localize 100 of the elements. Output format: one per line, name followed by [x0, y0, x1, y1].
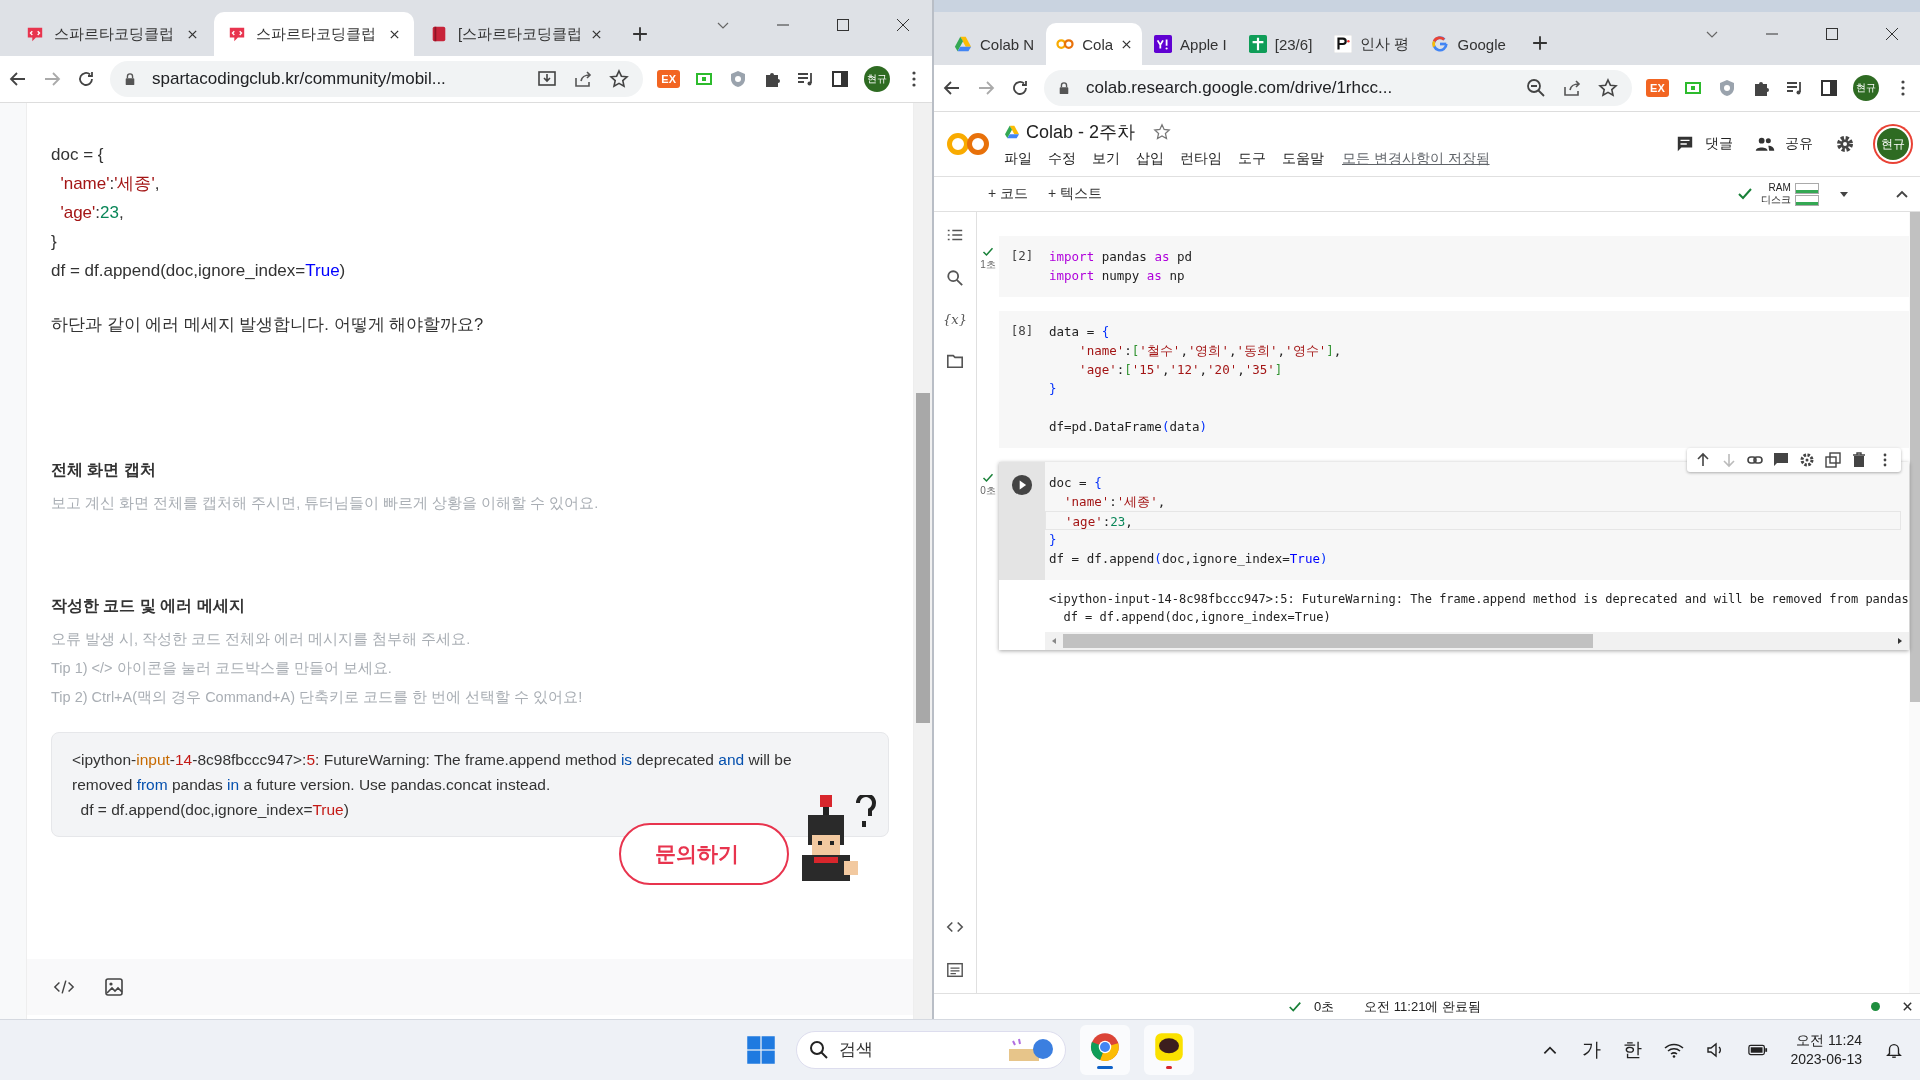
- disk-label: 디스크: [1760, 194, 1791, 206]
- close-icon[interactable]: [389, 28, 400, 40]
- hint-text: 보고 계신 화면 전체를 캡처해 주시면, 튜터님들이 빠르게 상황을 이해할 수 있어요.: [51, 494, 600, 513]
- profile-avatar[interactable]: 현규: [1852, 75, 1879, 101]
- browser-tab[interactable]: 스파르타코딩클럽: [214, 12, 414, 56]
- comment-button[interactable]: 댓글: [1674, 135, 1733, 153]
- menu-item[interactable]: 삽입: [1136, 150, 1164, 168]
- output-line: df = df.append(doc,ignore_index=True): [1062, 609, 1332, 626]
- browser-tab[interactable]: [스파르타코딩클럽: [416, 12, 616, 56]
- scroll-left-icon[interactable]: [1050, 637, 1058, 645]
- maximize-icon[interactable]: [836, 18, 850, 32]
- browser-tab[interactable]: Cola: [1046, 23, 1143, 65]
- browser-tab[interactable]: 인사 평: [1324, 23, 1420, 65]
- variables-icon[interactable]: {x}: [943, 312, 967, 327]
- code-line: 'name':'세종',: [1063, 494, 1166, 509]
- download-icon[interactable]: [537, 69, 558, 89]
- star-icon[interactable]: [1598, 78, 1619, 98]
- check-icon: [1736, 186, 1753, 202]
- close-icon[interactable]: [896, 18, 910, 32]
- clock-date[interactable]: 2023-06-13: [1790, 1050, 1862, 1070]
- code-cell[interactable]: [2] import pandas as pd import numpy as np: [999, 236, 1909, 297]
- add-code-button[interactable]: + 코드: [988, 185, 1029, 203]
- new-tab-icon[interactable]: [1531, 35, 1548, 51]
- share-button[interactable]: 공유: [1754, 135, 1813, 153]
- run-button[interactable]: [1011, 474, 1033, 496]
- save-status-link[interactable]: 모든 변경사항이 저장됨: [1342, 150, 1490, 168]
- terminal-icon[interactable]: [946, 961, 964, 980]
- star-icon[interactable]: [609, 69, 630, 89]
- clock-time[interactable]: 오전 11:24: [1796, 1031, 1862, 1051]
- search-icon[interactable]: [809, 1040, 829, 1061]
- menu-item[interactable]: 도구: [1238, 150, 1266, 168]
- input-mode-indicator[interactable]: 가: [1582, 1037, 1602, 1064]
- menu-item[interactable]: 런타임: [1180, 150, 1222, 168]
- search-icon[interactable]: [946, 269, 964, 287]
- comment-icon[interactable]: [1772, 452, 1789, 468]
- dropdown-caret-icon[interactable]: [1838, 189, 1849, 199]
- close-icon[interactable]: [1884, 27, 1899, 41]
- letter-logo-icon: [1154, 35, 1173, 53]
- add-text-button[interactable]: + 텍스트: [1048, 185, 1103, 203]
- disk-meter-drawing: [1794, 194, 1819, 206]
- settings-icon[interactable]: [1834, 134, 1855, 154]
- execution-count: [8]: [1010, 323, 1034, 340]
- browser-tab[interactable]: Colab N: [944, 23, 1045, 65]
- browser-tab[interactable]: Google: [1421, 23, 1516, 65]
- scroll-right-icon[interactable]: [1895, 637, 1904, 645]
- profile-avatar[interactable]: 현규: [864, 66, 890, 92]
- search-field[interactable]: 검색: [837, 1039, 997, 1062]
- code-line: df=pd.DataFrame(data): [1049, 419, 1208, 434]
- account-avatar[interactable]: 현규: [1876, 128, 1909, 160]
- ram-meter-drawing: [1794, 182, 1819, 194]
- new-tab-icon[interactable]: [632, 26, 648, 42]
- side-panel-icon[interactable]: [1818, 78, 1839, 98]
- settings-icon[interactable]: [1798, 452, 1815, 468]
- reload-icon[interactable]: [1010, 78, 1030, 98]
- browser-tab[interactable]: Apple I: [1144, 23, 1237, 65]
- notification-bell-icon[interactable]: [1884, 1041, 1904, 1060]
- close-icon[interactable]: [591, 28, 602, 40]
- address-bar[interactable]: colab.research.google.com/drive/1rhcc...: [1044, 70, 1633, 106]
- folder-icon[interactable]: [946, 352, 964, 370]
- inquiry-button[interactable]: 문의하기: [619, 823, 789, 885]
- star-icon[interactable]: [1153, 123, 1172, 141]
- share-icon[interactable]: [573, 69, 594, 89]
- menu-item[interactable]: 수정: [1048, 150, 1076, 168]
- chrome-app-icon[interactable]: [1080, 1025, 1130, 1076]
- image-icon[interactable]: [103, 977, 125, 998]
- share-icon[interactable]: [1562, 78, 1583, 98]
- start-icon[interactable]: [746, 1035, 776, 1066]
- browser-tab[interactable]: [23/6]: [1238, 23, 1323, 65]
- menu-item[interactable]: 보기: [1092, 150, 1120, 168]
- close-icon[interactable]: [1901, 1001, 1913, 1013]
- code-line: import numpy as np: [1049, 268, 1185, 283]
- shield-icon[interactable]: [728, 69, 748, 89]
- book-icon: [430, 25, 448, 43]
- mirror-icon[interactable]: [1824, 452, 1841, 468]
- reload-icon[interactable]: [76, 69, 96, 89]
- language-indicator[interactable]: 한: [1623, 1037, 1643, 1064]
- browser-tab[interactable]: 스파르타코딩클럽: [12, 12, 212, 56]
- notebook-title[interactable]: Colab - 2주차: [1026, 120, 1136, 144]
- taskbar-search[interactable]: 검색: [796, 1031, 1066, 1070]
- check-icon: [1288, 999, 1302, 1014]
- menu-item[interactable]: 파일: [1004, 150, 1032, 168]
- wifi-icon[interactable]: [1664, 1041, 1685, 1060]
- scrollbar[interactable]: [1908, 212, 1920, 994]
- code-cell[interactable]: [999, 462, 1909, 650]
- menu-item[interactable]: 도움말: [1282, 150, 1324, 168]
- question-text: 하단과 같이 에러 메세지 발생합니다. 어떻게 해야할까요?: [51, 314, 485, 335]
- side-panel-icon[interactable]: [830, 69, 850, 89]
- code-line: 'age':23,: [59, 202, 125, 224]
- horizontal-scrollbar[interactable]: [1045, 632, 1909, 650]
- code-line: df = df.append(doc,ignore_index=True): [1049, 551, 1328, 566]
- code-cell[interactable]: [8] df=pd.DataFrame(data) data = { 'name':['철수','영희','동희','영수'], 'age':['15','12','20','35'] }: [999, 311, 1909, 448]
- address-bar[interactable]: spartacodingclub.kr/community/mobil...: [110, 61, 644, 97]
- code-line: 'age':['15','12','20','35']: [1078, 362, 1283, 377]
- zoom-icon[interactable]: [1526, 78, 1547, 98]
- chat-app-icon[interactable]: [1144, 1025, 1194, 1076]
- scrollbar[interactable]: [914, 103, 932, 1020]
- maximize-icon[interactable]: [1824, 27, 1839, 41]
- trash-icon[interactable]: [1850, 452, 1867, 468]
- close-icon[interactable]: [1121, 38, 1133, 50]
- close-icon[interactable]: [187, 28, 198, 40]
